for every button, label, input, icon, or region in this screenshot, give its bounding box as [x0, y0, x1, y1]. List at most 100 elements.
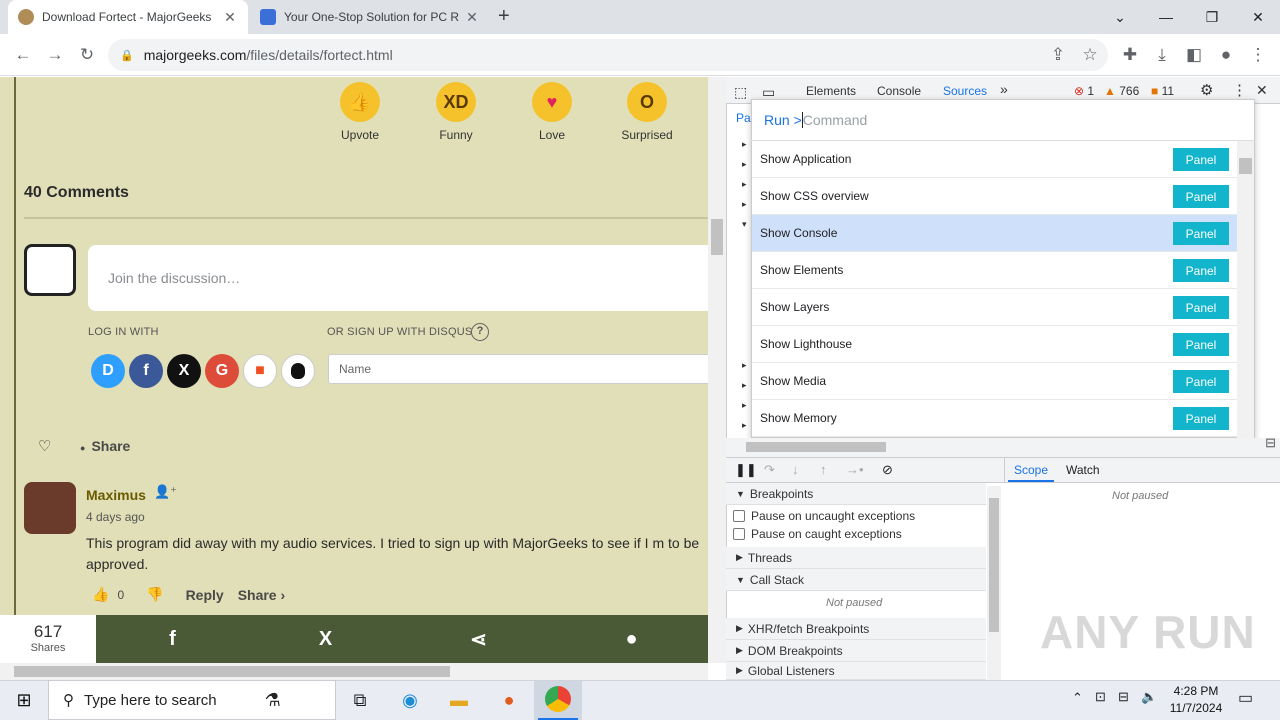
- microsoft-login-button[interactable]: ■: [243, 354, 277, 388]
- threads-section[interactable]: ▶ Threads: [726, 547, 986, 569]
- pause-uncaught-checkbox[interactable]: Pause on uncaught exceptions: [733, 509, 915, 523]
- palette-scrollbar[interactable]: [1237, 141, 1254, 438]
- address-bar[interactable]: 🔒 majorgeeks.com /files/details/fortect.…: [108, 39, 1108, 71]
- tab-elements[interactable]: Elements: [806, 84, 856, 98]
- help-icon[interactable]: ?: [471, 323, 489, 341]
- chrome-taskbar-button[interactable]: [534, 681, 582, 720]
- breakpoints-section[interactable]: ▼ Breakpoints: [726, 483, 986, 505]
- inspect-element-icon[interactable]: ⬚: [734, 84, 747, 101]
- windows-start-icon[interactable]: ⊞: [9, 685, 39, 715]
- page-horizontal-scrollbar[interactable]: [0, 663, 708, 680]
- tab-console[interactable]: Console: [877, 84, 921, 98]
- tray-device-icon[interactable]: ⊡: [1095, 689, 1106, 705]
- reddit-share-icon[interactable]: ●: [555, 615, 708, 663]
- palette-scroll-thumb[interactable]: [1239, 158, 1252, 174]
- menu-kebab-icon[interactable]: ⋮: [1243, 40, 1273, 70]
- more-tabs-icon[interactable]: »: [1000, 81, 1008, 97]
- close-tab-icon[interactable]: ✕: [464, 9, 480, 26]
- taskbar-search[interactable]: ⚲ Type here to search ⚗: [48, 680, 336, 720]
- warning-count[interactable]: ▲ 766: [1104, 84, 1139, 98]
- reaction-upvote[interactable]: 👍 Upvote: [320, 80, 400, 142]
- restore-button[interactable]: ❐: [1189, 0, 1235, 34]
- toggle-drawer-icon[interactable]: ⊟: [1265, 435, 1276, 451]
- reaction-funny[interactable]: XD Funny: [416, 80, 496, 142]
- deactivate-breakpoints-icon[interactable]: ⊘: [882, 462, 893, 478]
- edge-icon[interactable]: ◉: [395, 685, 425, 715]
- tab-download-fortect[interactable]: Download Fortect - MajorGeeks ✕: [8, 0, 248, 34]
- x-login-button[interactable]: X: [167, 354, 201, 388]
- reaction-love[interactable]: ♥ Love: [512, 80, 592, 142]
- reply-button[interactable]: Reply: [186, 587, 224, 603]
- apple-login-button[interactable]: [281, 354, 315, 388]
- command-show-lighthouse[interactable]: Show Lighthouse Panel: [752, 326, 1237, 363]
- command-show-layers[interactable]: Show Layers Panel: [752, 289, 1237, 326]
- facebook-login-button[interactable]: f: [129, 354, 163, 388]
- task-view-icon[interactable]: ⧉: [345, 685, 375, 715]
- step-over-icon[interactable]: ↷: [764, 462, 775, 478]
- dom-breakpoints-section[interactable]: ▶ DOM Breakpoints: [726, 640, 986, 662]
- command-input[interactable]: Run > Command: [751, 99, 1255, 141]
- profile-avatar-icon[interactable]: ●: [1211, 40, 1241, 70]
- devtools-menu-icon[interactable]: ⋮: [1232, 81, 1247, 99]
- scroll-thumb[interactable]: [14, 666, 450, 677]
- close-tab-icon[interactable]: ✕: [222, 9, 238, 26]
- settings-gear-icon[interactable]: ⚙: [1200, 81, 1213, 99]
- issues-count[interactable]: ■ 11: [1151, 84, 1174, 98]
- disqus-login-button[interactable]: D: [91, 354, 125, 388]
- share-thread-link[interactable]: ● Share: [80, 438, 130, 454]
- upvote-icon[interactable]: 👍: [92, 586, 109, 603]
- extensions-icon[interactable]: ✚: [1115, 40, 1145, 70]
- facebook-share-icon[interactable]: f: [96, 615, 249, 663]
- tab-scope[interactable]: Scope: [1014, 463, 1048, 477]
- step-out-icon[interactable]: ↑: [820, 462, 827, 477]
- network-icon[interactable]: ⊟: [1118, 689, 1129, 705]
- command-show-css-overview[interactable]: Show CSS overview Panel: [752, 178, 1237, 215]
- scroll-thumb[interactable]: [746, 442, 886, 452]
- back-button[interactable]: ←: [8, 40, 38, 70]
- pause-icon[interactable]: ❚❚: [735, 462, 757, 478]
- new-tab-button[interactable]: +: [498, 5, 510, 28]
- tab-watch[interactable]: Watch: [1066, 463, 1100, 477]
- command-show-media[interactable]: Show Media Panel: [752, 363, 1237, 400]
- global-listeners-section[interactable]: ▶ Global Listeners: [726, 662, 986, 680]
- tray-chevron-icon[interactable]: ⌃: [1072, 690, 1083, 706]
- navigator-scrollbar[interactable]: ⊟: [726, 435, 1280, 458]
- command-show-console[interactable]: Show Console Panel: [752, 215, 1237, 252]
- discussion-input[interactable]: Join the discussion…: [88, 245, 728, 311]
- command-show-elements[interactable]: Show Elements Panel: [752, 252, 1237, 289]
- file-explorer-icon[interactable]: ▬: [444, 685, 474, 715]
- bookmark-star-icon[interactable]: ☆: [1075, 40, 1105, 70]
- command-show-application[interactable]: Show Application Panel: [752, 141, 1237, 178]
- tab-search-chevron-icon[interactable]: ⌄: [1097, 0, 1143, 34]
- follow-user-icon[interactable]: 👤⁺: [154, 484, 177, 500]
- xhr-breakpoints-section[interactable]: ▶ XHR/fetch Breakpoints: [726, 618, 986, 640]
- debugger-scroll-thumb[interactable]: [989, 498, 999, 632]
- side-panel-icon[interactable]: ◧: [1179, 40, 1209, 70]
- x-share-icon[interactable]: X: [249, 615, 402, 663]
- notifications-icon[interactable]: ▭: [1238, 688, 1253, 708]
- commenter-avatar[interactable]: [24, 482, 76, 534]
- share-icon[interactable]: ⇪: [1043, 40, 1073, 70]
- tab-sources[interactable]: Sources: [943, 84, 987, 98]
- call-stack-section[interactable]: ▼ Call Stack: [726, 569, 986, 591]
- share-icon[interactable]: ⋖: [402, 615, 555, 663]
- firefox-icon[interactable]: ●: [494, 685, 524, 715]
- minimize-button[interactable]: —: [1143, 0, 1189, 34]
- close-devtools-icon[interactable]: ✕: [1256, 82, 1268, 99]
- command-show-memory[interactable]: Show Memory Panel: [752, 400, 1237, 437]
- comment-username[interactable]: Maximus: [86, 487, 146, 503]
- comment-share-button[interactable]: Share ›: [238, 587, 285, 603]
- scroll-thumb[interactable]: [711, 219, 723, 255]
- taskbar-clock[interactable]: 4:28 PM 11/7/2024: [1160, 683, 1232, 717]
- close-window-button[interactable]: ✕: [1235, 0, 1280, 34]
- name-field[interactable]: Name: [328, 354, 728, 384]
- google-login-button[interactable]: G: [205, 354, 239, 388]
- downvote-icon[interactable]: 👎: [146, 586, 163, 603]
- pause-caught-checkbox[interactable]: Pause on caught exceptions: [733, 527, 902, 541]
- comment-timestamp[interactable]: 4 days ago: [86, 510, 145, 524]
- volume-icon[interactable]: 🔈: [1141, 689, 1157, 705]
- page-vertical-scrollbar[interactable]: [708, 77, 726, 663]
- error-count[interactable]: ⊗ 1: [1074, 84, 1094, 98]
- reaction-surprised[interactable]: O Surprised: [607, 80, 687, 142]
- reload-button[interactable]: ↻: [72, 40, 102, 70]
